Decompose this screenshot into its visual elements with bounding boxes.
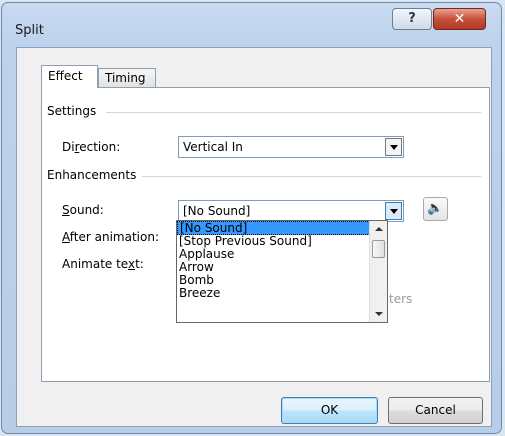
close-button[interactable]: ✕ [433, 8, 486, 30]
cancel-button[interactable]: Cancel [388, 397, 483, 424]
tab-timing[interactable]: Timing [98, 68, 156, 87]
list-item[interactable]: [No Sound] [177, 221, 370, 235]
obscured-text: ters [389, 292, 413, 306]
chevron-down-icon[interactable] [385, 138, 402, 156]
list-item[interactable]: Breeze [177, 287, 385, 300]
scroll-up-icon[interactable] [370, 221, 387, 238]
tab-effect[interactable]: Effect [41, 65, 98, 88]
sound-options-list[interactable]: [No Sound] [Stop Previous Sound] Applaus… [176, 220, 388, 323]
dialog-window: Split ? ✕ Effect Timing Settings Directi… [1, 2, 502, 434]
sound-dropdown[interactable]: [No Sound] [178, 200, 404, 222]
ok-button[interactable]: OK [281, 397, 378, 424]
direction-label: Direction: [62, 140, 121, 154]
animate-text-label: Animate text: [62, 257, 144, 271]
enhancements-divider [142, 176, 481, 177]
help-button[interactable]: ? [392, 8, 432, 30]
settings-divider [106, 112, 481, 113]
speaker-icon[interactable]: 🔈 [423, 197, 448, 221]
after-animation-label: After animation: [62, 230, 159, 244]
scroll-thumb[interactable] [372, 240, 385, 258]
chevron-down-icon[interactable] [385, 202, 402, 220]
sound-label: Sound: [62, 203, 104, 217]
list-scrollbar[interactable] [369, 221, 387, 322]
direction-value: Vertical In [183, 140, 243, 154]
dialog-title: Split [15, 23, 44, 38]
scroll-down-icon[interactable] [370, 305, 387, 322]
enhancements-heading: Enhancements [47, 168, 141, 182]
sound-value: [No Sound] [183, 204, 251, 218]
settings-heading: Settings [47, 104, 101, 118]
direction-dropdown[interactable]: Vertical In [178, 136, 404, 158]
